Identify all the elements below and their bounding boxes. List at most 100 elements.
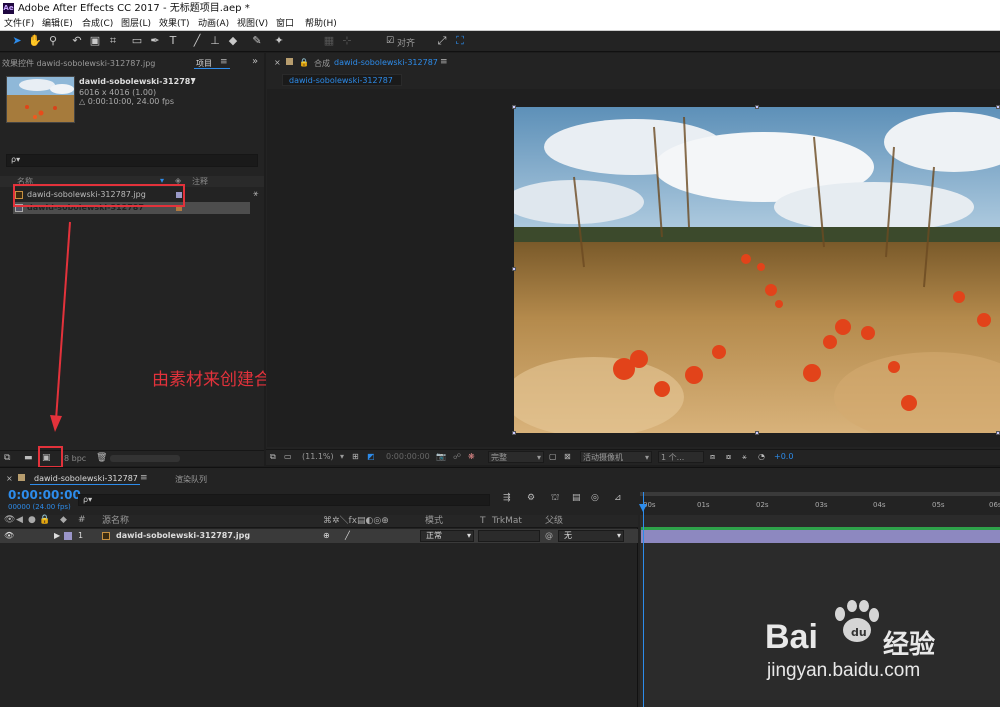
comp-breadcrumb[interactable]: dawid-sobolewski-312787 xyxy=(282,74,402,86)
menu-file[interactable]: 文件(F) xyxy=(4,17,34,31)
align-checkbox[interactable]: ☑ xyxy=(383,34,397,48)
menu-composition[interactable]: 合成(C) xyxy=(82,17,113,31)
shy-layers-icon[interactable]: ⛫ xyxy=(551,493,559,504)
always-preview-icon[interactable]: ⧉ xyxy=(270,450,276,464)
comp-tab-prefix[interactable]: 合成 xyxy=(314,58,330,69)
handle-bottom-center[interactable] xyxy=(755,431,759,435)
comp-tab-name[interactable]: dawid-sobolewski-312787 xyxy=(334,58,438,67)
comp-image[interactable] xyxy=(514,107,1000,433)
layer-row[interactable]: 👁 ▶ 1 dawid-sobolewski-312787.jpg ⊕ ╱ 正常… xyxy=(0,529,638,543)
close-timeline-icon[interactable]: × xyxy=(6,474,13,483)
zoom-chevron-icon[interactable]: ▾ xyxy=(340,450,344,464)
type-tool-icon[interactable]: T xyxy=(166,34,180,48)
fast-preview-icon[interactable]: ⧈ xyxy=(710,450,715,464)
visibility-icon[interactable]: 👁 xyxy=(4,529,14,543)
zoom-dropdown[interactable]: (11.1%) xyxy=(302,450,334,464)
layer-label-color[interactable] xyxy=(64,532,72,540)
resolution-dropdown[interactable]: 完整 ▾ xyxy=(488,451,544,463)
t-header[interactable]: T xyxy=(480,515,486,528)
pen-tool-icon[interactable]: ✒ xyxy=(148,34,162,48)
hand-tool-icon[interactable]: ✋ xyxy=(28,34,42,48)
collapse-switch-icon[interactable]: ⊕ xyxy=(323,529,330,543)
work-area-bar[interactable] xyxy=(640,492,1000,496)
roto-brush-icon[interactable]: ✎ xyxy=(250,34,264,48)
expand-panels-icon[interactable]: » xyxy=(252,56,258,67)
transparency-grid-icon[interactable]: ⊠ xyxy=(564,450,571,464)
show-snapshot-icon[interactable]: ☍ xyxy=(453,450,461,464)
camera-dropdown[interactable]: 活动摄像机 ▾ xyxy=(580,451,652,463)
interpret-footage-icon[interactable]: ⧉ xyxy=(4,453,10,463)
region-of-interest-icon[interactable]: ▢ xyxy=(549,450,557,464)
rectangle-tool-icon[interactable]: ▭ xyxy=(130,34,144,48)
snap-options-icon[interactable]: ⊹ xyxy=(340,34,354,48)
trkmat-header[interactable]: TrkMat xyxy=(492,515,522,528)
timeline-search-input[interactable]: ρ▾ xyxy=(78,494,490,506)
pick-whip-icon[interactable]: @ xyxy=(545,529,553,543)
handle-top-left[interactable] xyxy=(512,105,516,109)
menu-effect[interactable]: 效果(T) xyxy=(159,17,190,31)
timeline-menu-icon[interactable]: ≡ xyxy=(140,473,148,483)
comp-flowchart-icon[interactable]: ⚹ xyxy=(742,450,747,464)
camera-tool-icon[interactable]: ▣ xyxy=(88,34,102,48)
lock-icon[interactable]: 🔒 xyxy=(299,58,309,67)
playhead[interactable] xyxy=(643,492,644,707)
timeline-icon[interactable]: ⧇ xyxy=(726,450,731,464)
parent-dropdown[interactable]: 无 ▾ xyxy=(558,530,624,542)
snap-icon[interactable]: ⛶ xyxy=(453,34,467,48)
switches-header-icon[interactable]: ⌘✲＼fx▤◐◎⊕ xyxy=(323,515,389,528)
handle-top-center[interactable] xyxy=(755,105,759,109)
time-ruler[interactable]: 00s 01s 02s 03s 04s 05s 06s xyxy=(640,492,1000,514)
comp-panel-menu-icon[interactable]: ≡ xyxy=(440,57,448,67)
flowchart-icon[interactable]: ⚹ xyxy=(253,189,258,199)
timeline-current-time[interactable]: 0:00:00:00 xyxy=(8,488,81,502)
lock-header-icon[interactable]: 🔒 xyxy=(39,515,50,525)
trash-icon[interactable]: 🗑 xyxy=(96,453,107,463)
exposure-value[interactable]: +0.0 xyxy=(774,450,793,464)
handle-bottom-left[interactable] xyxy=(512,431,516,435)
comp-mini-flowchart-icon[interactable]: ⇶ xyxy=(503,493,511,503)
mode-header[interactable]: 模式 xyxy=(425,515,443,528)
asset-dropdown-icon[interactable]: ▾ xyxy=(191,76,195,85)
menu-view[interactable]: 视图(V) xyxy=(237,17,268,31)
handle-bottom-right[interactable] xyxy=(996,431,1000,435)
snap-grid-icon[interactable]: ▦ xyxy=(322,34,336,48)
close-tab-icon[interactable]: × xyxy=(274,58,281,67)
eraser-icon[interactable]: ◆ xyxy=(226,34,240,48)
expand-arrow-icon[interactable]: ▶ xyxy=(54,529,60,543)
quality-switch-icon[interactable]: ╱ xyxy=(345,529,350,543)
label-header-icon[interactable]: ◆ xyxy=(60,515,67,525)
visibility-header-icon[interactable]: 👁 xyxy=(4,515,15,525)
handle-mid-left[interactable] xyxy=(512,267,516,271)
menu-window[interactable]: 窗口 xyxy=(276,17,294,31)
selection-tool-icon[interactable]: ➤ xyxy=(10,34,24,48)
bpc-label[interactable]: 8 bpc xyxy=(64,454,86,463)
puppet-pin-icon[interactable]: ✦ xyxy=(272,34,286,48)
effects-controls-tab[interactable]: 效果控件 dawid-sobolewski-312787.jpg xyxy=(2,58,155,69)
new-folder-icon[interactable]: ▬ xyxy=(24,453,33,463)
menu-animation[interactable]: 动画(A) xyxy=(198,17,229,31)
current-time[interactable]: 0:00:00:00 xyxy=(386,450,430,464)
safe-zones-icon[interactable]: ⊞ xyxy=(352,450,359,464)
number-header[interactable]: # xyxy=(78,515,86,525)
mode-dropdown[interactable]: 正常 ▾ xyxy=(420,530,474,542)
motion-blur-icon[interactable]: ◎ xyxy=(591,493,599,503)
timeline-tab[interactable]: dawid-sobolewski-312787 xyxy=(34,474,138,483)
menu-edit[interactable]: 编辑(E) xyxy=(42,17,73,31)
snapshot-icon[interactable]: 📷 xyxy=(436,450,446,464)
render-queue-tab[interactable]: 渲染队列 xyxy=(175,474,207,485)
handle-top-right[interactable] xyxy=(996,105,1000,109)
brush-tool-icon[interactable]: ╱ xyxy=(190,34,204,48)
zoom-tool-icon[interactable]: ⚲ xyxy=(46,34,60,48)
monitor-icon[interactable]: ▭ xyxy=(284,450,292,464)
expand-icon[interactable]: ⤢ xyxy=(435,34,449,48)
panel-menu-icon[interactable]: ≡ xyxy=(220,57,228,67)
frame-blending-icon[interactable]: ▤ xyxy=(572,493,581,503)
solo-header-icon[interactable]: ● xyxy=(28,515,36,525)
project-search-input[interactable]: ρ▾ xyxy=(6,154,258,167)
views-dropdown[interactable]: 1 个... xyxy=(658,451,704,463)
audio-header-icon[interactable]: ◀ xyxy=(16,515,23,525)
parent-header[interactable]: 父级 xyxy=(545,515,563,528)
draft-3d-icon[interactable]: ⚙ xyxy=(527,493,535,503)
layer-name[interactable]: dawid-sobolewski-312787.jpg xyxy=(116,529,250,543)
graph-editor-icon[interactable]: ⊿ xyxy=(614,493,622,503)
